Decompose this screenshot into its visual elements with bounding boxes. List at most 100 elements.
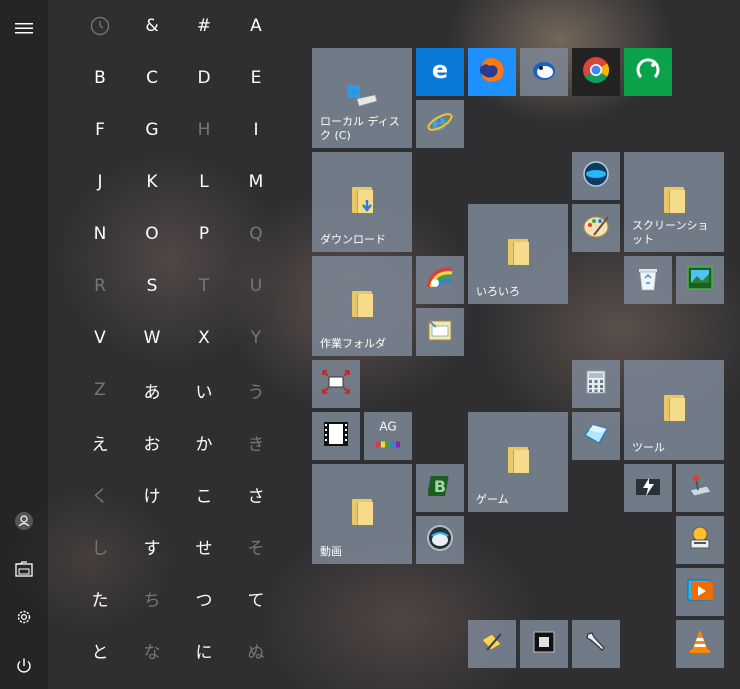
letter-k[interactable]: K bbox=[126, 156, 178, 208]
letter-kana-sa[interactable]: さ bbox=[230, 468, 282, 520]
tile-label: いろいろ bbox=[476, 285, 520, 298]
letter-c[interactable]: C bbox=[126, 52, 178, 104]
tile-green-app[interactable] bbox=[624, 48, 672, 96]
folder-icon bbox=[508, 239, 529, 265]
letter-kana-o[interactable]: お bbox=[126, 416, 178, 468]
tile-recycle-bin[interactable] bbox=[624, 256, 672, 304]
user-icon[interactable] bbox=[12, 509, 36, 533]
hamburger-icon[interactable] bbox=[12, 16, 36, 40]
documents-icon[interactable] bbox=[12, 557, 36, 581]
joystick-icon bbox=[687, 474, 713, 502]
letter-a[interactable]: A bbox=[230, 0, 282, 52]
tile-game[interactable]: ゲーム bbox=[468, 412, 568, 512]
tile-calculator[interactable] bbox=[572, 360, 620, 408]
rainbow-icon bbox=[425, 265, 455, 295]
tile-resize-app[interactable] bbox=[312, 360, 360, 408]
tile-edge[interactable]: e bbox=[416, 48, 464, 96]
letter-amp[interactable]: & bbox=[126, 0, 178, 52]
tile-screenshots[interactable]: スクリーンショット bbox=[624, 152, 724, 252]
letter-hash[interactable]: # bbox=[178, 0, 230, 52]
tile-label: 作業フォルダ bbox=[320, 337, 386, 350]
tile-flash-app[interactable] bbox=[624, 464, 672, 512]
tile-pencil-app[interactable] bbox=[468, 620, 516, 668]
chrome-icon bbox=[581, 55, 611, 89]
start-rail bbox=[0, 0, 48, 689]
letter-kana-su[interactable]: す bbox=[126, 520, 178, 572]
letter-w[interactable]: W bbox=[126, 312, 178, 364]
tile-ag-app[interactable]: AG bbox=[364, 412, 412, 460]
refresh-circle-icon bbox=[633, 55, 663, 89]
tile-green-b-app[interactable]: B bbox=[416, 464, 464, 512]
letter-p[interactable]: P bbox=[178, 208, 230, 260]
tile-picture-app[interactable] bbox=[676, 256, 724, 304]
tile-paint-app[interactable] bbox=[572, 204, 620, 252]
tile-mail-app[interactable] bbox=[520, 48, 568, 96]
letter-kana-e[interactable]: え bbox=[74, 416, 126, 468]
letter-j[interactable]: J bbox=[74, 156, 126, 208]
clipboard-icon bbox=[427, 318, 453, 346]
letter-y: Y bbox=[250, 328, 262, 348]
tile-vlc[interactable] bbox=[676, 620, 724, 668]
lightning-icon bbox=[635, 475, 661, 501]
tile-clipboard-app[interactable] bbox=[416, 308, 464, 356]
letter-kana-te[interactable]: て bbox=[230, 572, 282, 624]
tile-wrench-app[interactable] bbox=[572, 620, 620, 668]
tile-disc-app[interactable] bbox=[572, 152, 620, 200]
play-button-icon bbox=[687, 578, 713, 606]
letter-v[interactable]: V bbox=[74, 312, 126, 364]
letter-s[interactable]: S bbox=[126, 260, 178, 312]
letter-l[interactable]: L bbox=[178, 156, 230, 208]
letter-kana-to[interactable]: と bbox=[74, 624, 126, 676]
letter-t: T bbox=[198, 276, 210, 296]
tile-installer-app[interactable] bbox=[676, 516, 724, 564]
tile-rainbow-app[interactable] bbox=[416, 256, 464, 304]
tile-shape-app[interactable] bbox=[572, 412, 620, 460]
tile-chrome[interactable] bbox=[572, 48, 620, 96]
letter-f[interactable]: F bbox=[74, 104, 126, 156]
tile-iroiro[interactable]: いろいろ bbox=[468, 204, 568, 304]
tile-tools[interactable]: ツール bbox=[624, 360, 724, 460]
letter-q: Q bbox=[249, 224, 263, 244]
letter-g[interactable]: G bbox=[126, 104, 178, 156]
tile-film-app[interactable] bbox=[312, 412, 360, 460]
letter-x[interactable]: X bbox=[178, 312, 230, 364]
letter-kana-ke[interactable]: け bbox=[126, 468, 178, 520]
letter-b[interactable]: B bbox=[74, 52, 126, 104]
letter-kana-a[interactable]: あ bbox=[126, 364, 178, 416]
tile-work-folder[interactable]: 作業フォルダ bbox=[312, 256, 412, 356]
letter-kana-ni[interactable]: に bbox=[178, 624, 230, 676]
letter-kana-se[interactable]: せ bbox=[178, 520, 230, 572]
tile-round-app[interactable] bbox=[416, 516, 464, 564]
letter-kana-tsu[interactable]: つ bbox=[178, 572, 230, 624]
letter-kana-ko[interactable]: こ bbox=[178, 468, 230, 520]
drive-icon bbox=[347, 85, 378, 111]
tile-internet-explorer[interactable]: e bbox=[416, 100, 464, 148]
letter-kana-shi: し bbox=[91, 538, 109, 559]
firefox-icon bbox=[477, 55, 507, 89]
tile-joystick-app[interactable] bbox=[676, 464, 724, 512]
folder-icon bbox=[664, 395, 685, 421]
power-icon[interactable] bbox=[12, 654, 36, 678]
letter-kana-i[interactable]: い bbox=[178, 364, 230, 416]
gear-icon[interactable] bbox=[12, 605, 36, 629]
tile-label: ダウンロード bbox=[320, 233, 386, 246]
letter-o[interactable]: O bbox=[126, 208, 178, 260]
letter-n[interactable]: N bbox=[74, 208, 126, 260]
letter-u: U bbox=[249, 276, 263, 296]
tile-media-player[interactable] bbox=[676, 568, 724, 616]
letter-d[interactable]: D bbox=[178, 52, 230, 104]
letter-z: Z bbox=[94, 380, 106, 400]
tile-video[interactable]: 動画 bbox=[312, 464, 412, 564]
letter-i[interactable]: I bbox=[230, 104, 282, 156]
letter-m[interactable]: M bbox=[230, 156, 282, 208]
chip-icon bbox=[533, 631, 555, 657]
tile-downloads[interactable]: ダウンロード bbox=[312, 152, 412, 252]
letter-kana-ka[interactable]: か bbox=[178, 416, 230, 468]
tile-local-disk[interactable]: ローカル ディスク (C) bbox=[312, 48, 412, 148]
svg-text:e: e bbox=[431, 108, 446, 136]
tile-chip-app[interactable] bbox=[520, 620, 568, 668]
letter-e[interactable]: E bbox=[230, 52, 282, 104]
letter-kana-u: う bbox=[247, 382, 265, 403]
tile-firefox[interactable] bbox=[468, 48, 516, 96]
letter-kana-ta[interactable]: た bbox=[74, 572, 126, 624]
